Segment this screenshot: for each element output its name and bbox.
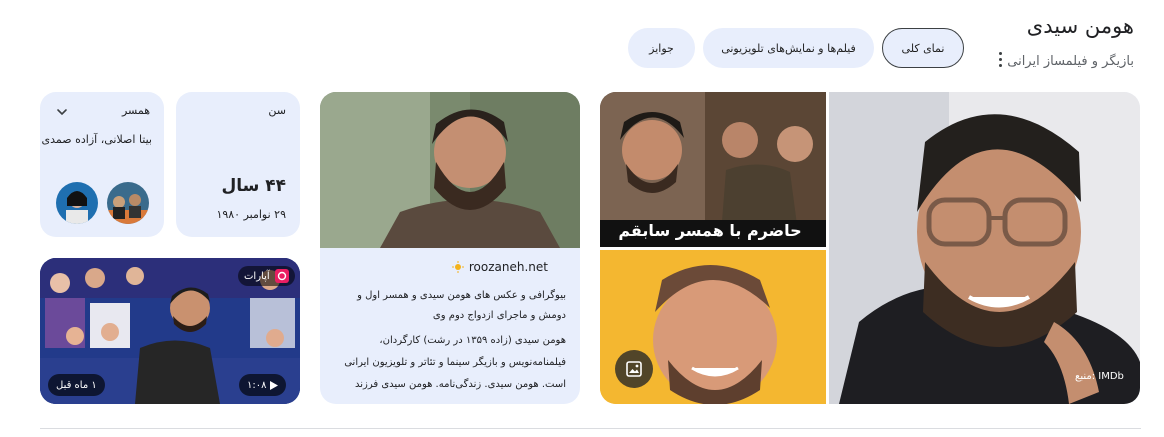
divider <box>40 428 1141 429</box>
collage-image-top[interactable]: حاضرم با همسر سابقم <box>600 92 826 247</box>
article-image <box>320 92 580 248</box>
more-options-button[interactable] <box>990 46 1010 72</box>
tab-movies-tv[interactable]: فیلم‌ها و نمایش‌های تلویزیونی <box>703 28 874 68</box>
main-photo <box>829 92 1140 404</box>
article-card[interactable]: roozaneh.net بیوگرافی و عکس های هومن سید… <box>320 92 580 404</box>
video-duration: ۱:۰۸ <box>247 379 267 391</box>
article-source-row[interactable]: roozaneh.net <box>451 260 548 274</box>
page-subtitle: بازیگر و فیلمساز ایرانی <box>1007 54 1134 69</box>
sun-favicon-icon <box>451 261 464 273</box>
main-image[interactable] <box>829 92 1140 404</box>
birth-date: ۲۹ نوامبر ۱۹۸۰ <box>216 208 286 221</box>
spouse-avatar-2[interactable] <box>56 182 98 224</box>
page-title: هومن سیدی <box>1026 14 1134 38</box>
article-text: بیوگرافی و عکس های هومن سیدی و همسر اول … <box>334 286 566 404</box>
spouse-card[interactable]: همسر بیتا اصلانی، آزاده صمدی <box>40 92 164 237</box>
video-source: آپارات <box>244 270 270 282</box>
image-credit: منبع: IMDb <box>1075 371 1124 382</box>
tab-awards[interactable]: جوایز <box>628 28 695 68</box>
tab-overview[interactable]: نمای کلی <box>882 28 964 68</box>
aparat-icon <box>274 269 289 283</box>
article-source: roozaneh.net <box>468 260 548 274</box>
spouse-label: همسر <box>121 104 150 117</box>
image-search-button[interactable] <box>615 350 653 388</box>
video-duration-badge: ۱:۰۸ <box>239 374 287 396</box>
age-card: سن ۴۴ سال ۲۹ نوامبر ۱۹۸۰ <box>176 92 300 237</box>
video-card[interactable]: آپارات ۱ ماه قبل ۱:۰۸ <box>40 258 300 404</box>
video-age: ۱ ماه قبل <box>56 379 97 391</box>
play-icon <box>270 380 279 390</box>
spouse-avatar-1[interactable] <box>107 182 149 224</box>
article-title[interactable]: بیوگرافی و عکس های هومن سیدی و همسر اول … <box>334 286 566 326</box>
age-label: سن <box>268 104 286 117</box>
chevron-down-icon[interactable] <box>56 106 68 118</box>
video-source-badge: آپارات <box>238 266 295 286</box>
more-vert-icon <box>998 50 1002 68</box>
image-search-icon <box>626 361 642 377</box>
article-snippet-line: است. هومن سیدی. زندگی‌نامه. هومن سیدی فر… <box>354 379 566 404</box>
age-value: ۴۴ سال <box>221 176 286 196</box>
video-age-badge: ۱ ماه قبل <box>48 374 105 396</box>
article-snippet-line: فیلمنامه‌نویس و بازیگر سینما و تئاتر و ت… <box>344 357 566 368</box>
spouse-names: بیتا اصلانی، آزاده صمدی <box>41 133 152 146</box>
collage-caption: حاضرم با همسر سابقم <box>618 221 802 240</box>
article-snippet-line: هومن سیدی (زاده ۱۳۵۹ در رشت) کارگردان، <box>379 335 566 346</box>
